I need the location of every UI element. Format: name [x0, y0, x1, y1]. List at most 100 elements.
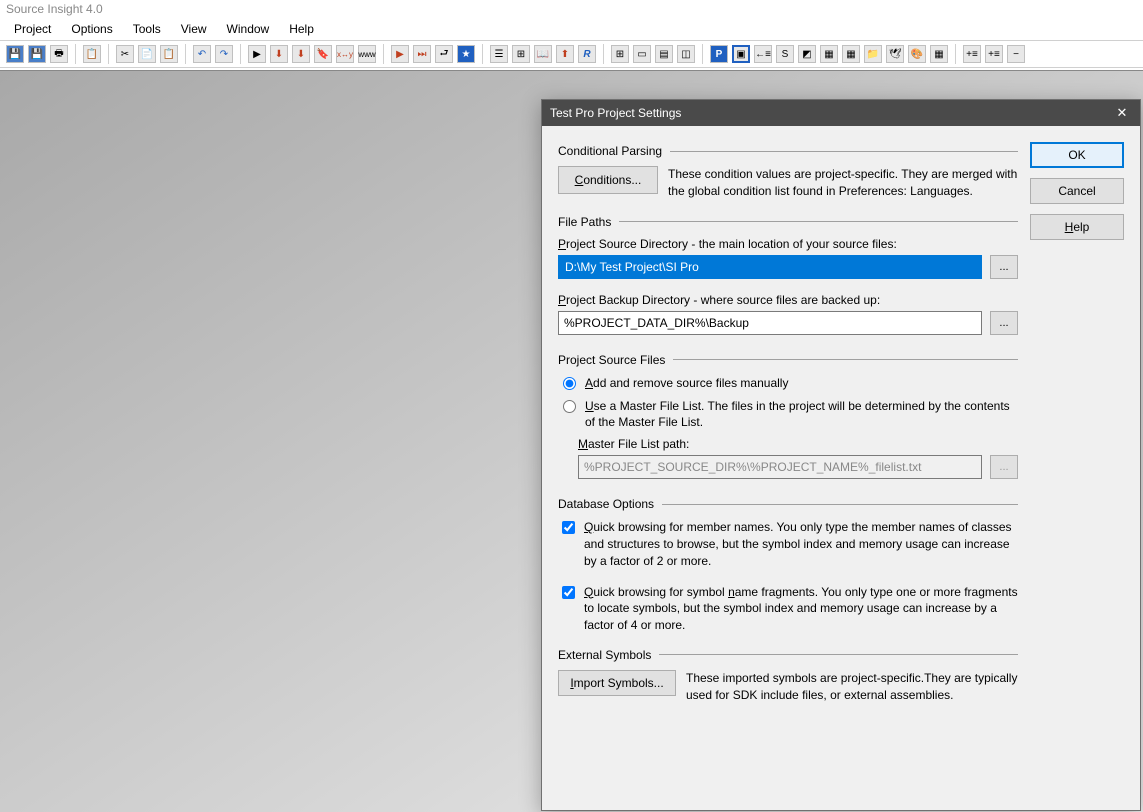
- menu-project[interactable]: Project: [4, 20, 61, 38]
- section-file-paths: File Paths: [558, 215, 1018, 229]
- source-directory-input[interactable]: [558, 255, 982, 279]
- section-source-files: Project Source Files: [558, 353, 1018, 367]
- src-dir-row: ...: [558, 255, 1018, 279]
- saveall-icon[interactable]: 💾: [28, 45, 46, 63]
- cancel-button[interactable]: Cancel: [1030, 178, 1124, 204]
- app-title-bar: Source Insight 4.0: [0, 0, 1143, 18]
- menu-view[interactable]: View: [171, 20, 217, 38]
- separator: [185, 44, 186, 64]
- panel1-icon[interactable]: ▭: [633, 45, 651, 63]
- www-icon[interactable]: www: [358, 45, 376, 63]
- browse-master-button: ...: [990, 455, 1018, 479]
- import-symbols-button[interactable]: Import Symbols...: [558, 670, 676, 696]
- master-path-input: [578, 455, 982, 479]
- tag1-icon[interactable]: ◩: [798, 45, 816, 63]
- grid-icon[interactable]: ⊞: [611, 45, 629, 63]
- paste-icon[interactable]: 📋: [160, 45, 178, 63]
- external-row: Import Symbols... These imported symbols…: [558, 670, 1018, 705]
- browse-source-button[interactable]: ...: [990, 255, 1018, 279]
- separator: [240, 44, 241, 64]
- dialog-main: Conditional Parsing Conditions... These …: [558, 138, 1030, 798]
- external-desc: These imported symbols are project-speci…: [686, 670, 1018, 705]
- src-dir-label: Project Source Directory - the main loca…: [558, 237, 1018, 251]
- check-quick-members-input[interactable]: [562, 521, 575, 534]
- r-icon[interactable]: R: [578, 45, 596, 63]
- dialog-titlebar[interactable]: Test Pro Project Settings ✕: [542, 100, 1140, 126]
- cut-icon[interactable]: ✂: [116, 45, 134, 63]
- back-icon[interactable]: ⮐: [435, 45, 453, 63]
- check-quick-fragments-input[interactable]: [562, 586, 575, 599]
- bookmark-icon[interactable]: ▶: [248, 45, 266, 63]
- close-icon[interactable]: ✕: [1112, 105, 1132, 121]
- copy-icon[interactable]: 📋: [83, 45, 101, 63]
- master-path-row: ...: [578, 455, 1018, 479]
- project-settings-dialog: Test Pro Project Settings ✕ Conditional …: [541, 99, 1141, 811]
- list-icon[interactable]: ☰: [490, 45, 508, 63]
- panel3-icon[interactable]: ◫: [677, 45, 695, 63]
- tree-icon[interactable]: ⊞: [512, 45, 530, 63]
- nav2-icon[interactable]: ⬇: [292, 45, 310, 63]
- panel2-icon[interactable]: ▤: [655, 45, 673, 63]
- star-icon[interactable]: ★: [457, 45, 475, 63]
- save-icon[interactable]: 💾: [6, 45, 24, 63]
- section-database-options: Database Options: [558, 497, 1018, 511]
- radio-add-manual[interactable]: Add and remove source files manually: [558, 375, 1018, 392]
- ok-button[interactable]: OK: [1030, 142, 1124, 168]
- section-conditional-parsing: Conditional Parsing: [558, 144, 1018, 158]
- menu-options[interactable]: Options: [61, 20, 122, 38]
- browse-backup-button[interactable]: ...: [990, 311, 1018, 335]
- backup-dir-label: Project Backup Directory - where source …: [558, 293, 1018, 307]
- radio-manual-input[interactable]: [563, 377, 576, 390]
- minus-icon[interactable]: −: [1007, 45, 1025, 63]
- radio-master-label: Use a Master File List. The files in the…: [585, 398, 1018, 432]
- conditional-row: Conditions... These condition values are…: [558, 166, 1018, 201]
- menu-help[interactable]: Help: [279, 20, 324, 38]
- bird-icon[interactable]: 🕊: [886, 45, 904, 63]
- toolbar: 💾 💾 🖶 📋 ✂ 📄 📋 ↶ ↷ ▶ ⬇ ⬇ 🔖 x↔y www ▶ ⏭ ⮐ …: [0, 40, 1143, 68]
- palette-icon[interactable]: 🎨: [908, 45, 926, 63]
- backup-dir-row: ...: [558, 311, 1018, 335]
- grid2-icon[interactable]: ▦: [930, 45, 948, 63]
- tag3-icon[interactable]: ▦: [842, 45, 860, 63]
- section-external-symbols: External Symbols: [558, 648, 1018, 662]
- p-icon[interactable]: P: [710, 45, 728, 63]
- master-path-label: Master File List path:: [578, 437, 1018, 451]
- nav3-icon[interactable]: 🔖: [314, 45, 332, 63]
- separator: [482, 44, 483, 64]
- menu-tools[interactable]: Tools: [123, 20, 171, 38]
- dec-icon[interactable]: +≡: [985, 45, 1003, 63]
- radio-master-input[interactable]: [563, 400, 576, 413]
- folder-icon[interactable]: 📁: [864, 45, 882, 63]
- check-quick-fragments[interactable]: Quick browsing for symbol name fragments…: [558, 584, 1018, 634]
- check-quick-fragments-label: Quick browsing for symbol name fragments…: [584, 584, 1018, 634]
- master-path-block: Master File List path: ...: [578, 437, 1018, 479]
- backup-directory-input[interactable]: [558, 311, 982, 335]
- menu-window[interactable]: Window: [217, 20, 280, 38]
- book-icon[interactable]: 📖: [534, 45, 552, 63]
- separator: [108, 44, 109, 64]
- dialog-title: Test Pro Project Settings: [550, 106, 681, 120]
- play-icon[interactable]: ▶: [391, 45, 409, 63]
- up-icon[interactable]: ⬆: [556, 45, 574, 63]
- separator: [75, 44, 76, 64]
- app-title: Source Insight 4.0: [6, 2, 103, 16]
- menu-bar: Project Options Tools View Window Help: [0, 18, 1143, 40]
- s-icon[interactable]: S: [776, 45, 794, 63]
- undo-icon[interactable]: ↶: [193, 45, 211, 63]
- indent-icon[interactable]: ←≡: [754, 45, 772, 63]
- tag2-icon[interactable]: ▦: [820, 45, 838, 63]
- inc-icon[interactable]: +≡: [963, 45, 981, 63]
- conditional-desc: These condition values are project-speci…: [668, 166, 1018, 201]
- radio-master-list[interactable]: Use a Master File List. The files in the…: [558, 398, 1018, 432]
- conditions-button[interactable]: Conditions...: [558, 166, 658, 194]
- redo-icon[interactable]: ↷: [215, 45, 233, 63]
- check-quick-members[interactable]: Quick browsing for member names. You onl…: [558, 519, 1018, 569]
- print-icon[interactable]: 🖶: [50, 45, 68, 63]
- nav1-icon[interactable]: ⬇: [270, 45, 288, 63]
- outline-icon[interactable]: ▣: [732, 45, 750, 63]
- copy2-icon[interactable]: 📄: [138, 45, 156, 63]
- help-button[interactable]: Help: [1030, 214, 1124, 240]
- step-icon[interactable]: ⏭: [413, 45, 431, 63]
- dialog-side-buttons: OK Cancel Help: [1030, 138, 1124, 798]
- xy-icon[interactable]: x↔y: [336, 45, 354, 63]
